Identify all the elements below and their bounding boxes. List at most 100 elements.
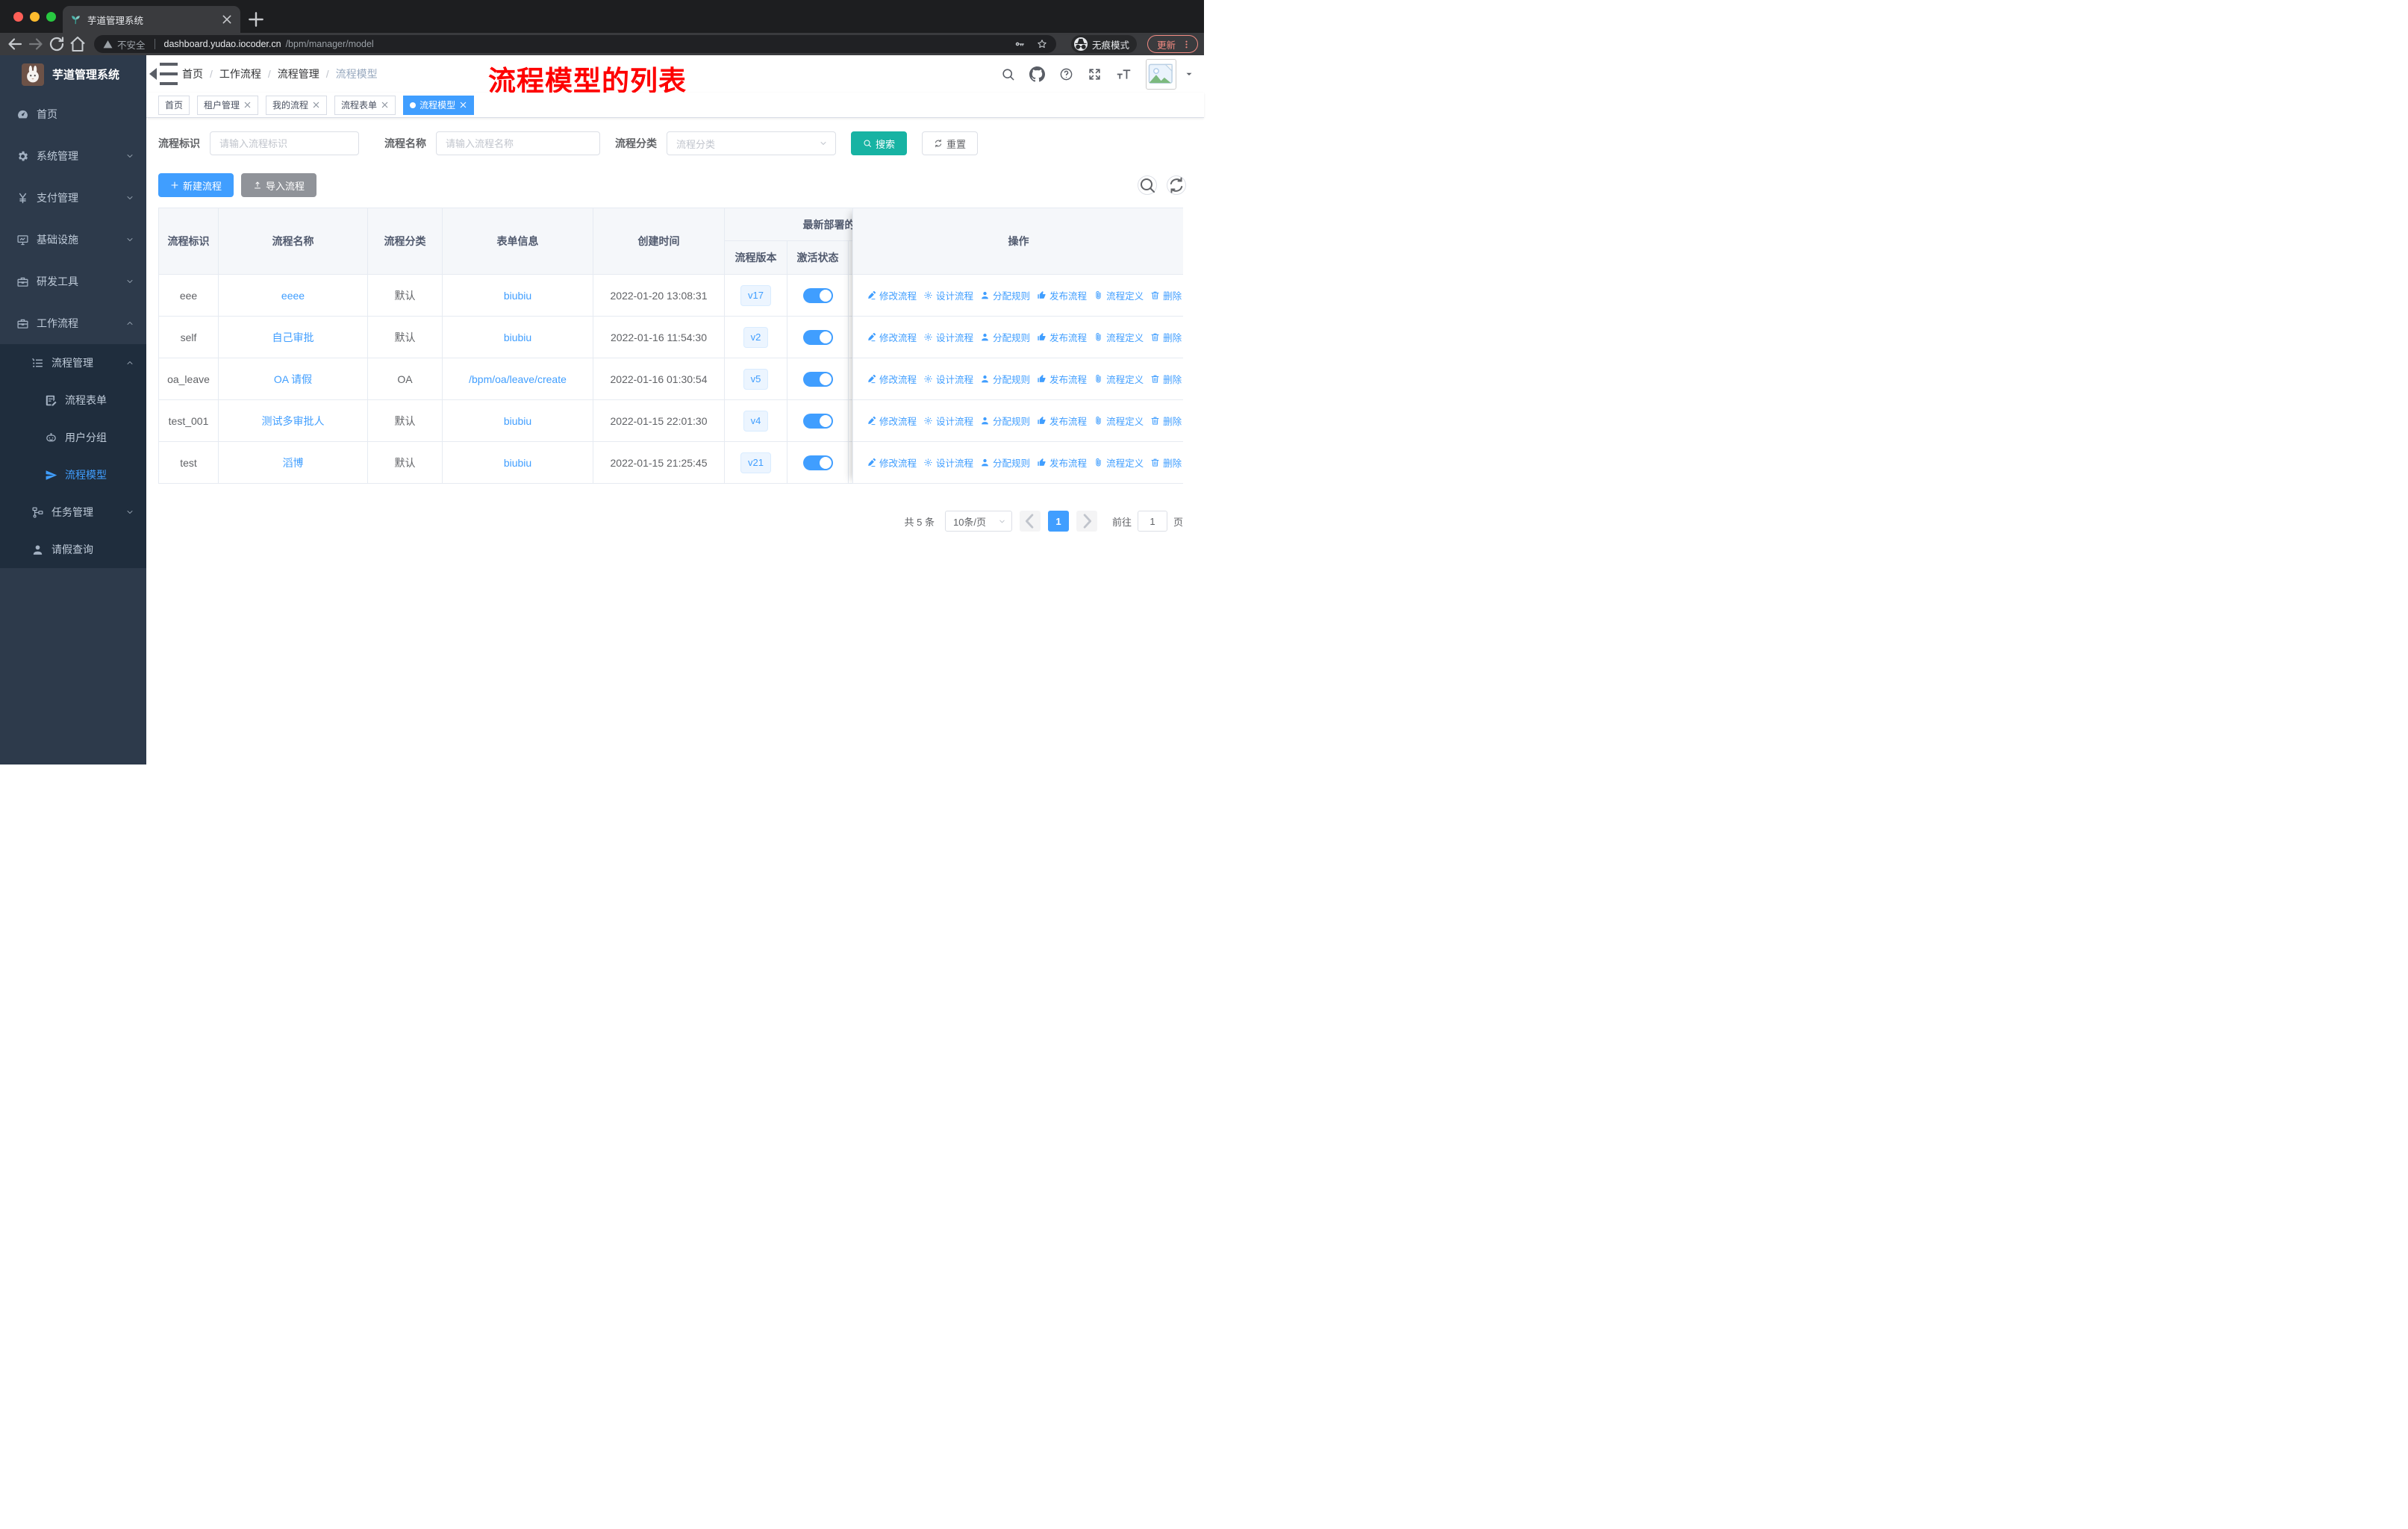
- close-icon[interactable]: [312, 101, 320, 109]
- sidebar-item[interactable]: 系统管理: [0, 135, 146, 177]
- process-name-link[interactable]: 滔博: [283, 455, 304, 470]
- close-icon[interactable]: [459, 101, 467, 109]
- action-edit-link[interactable]: 修改流程: [867, 414, 917, 428]
- action-publish-link[interactable]: 发布流程: [1037, 288, 1087, 302]
- window-controls[interactable]: [13, 12, 56, 22]
- search-icon[interactable]: [1001, 67, 1015, 81]
- tab-tag[interactable]: 流程表单: [334, 95, 396, 115]
- new-tab-button[interactable]: [246, 10, 266, 29]
- active-toggle[interactable]: [802, 455, 833, 470]
- process-category-select[interactable]: 流程分类: [667, 131, 836, 155]
- form-info-link[interactable]: /bpm/oa/leave/create: [469, 373, 567, 385]
- process-key-input[interactable]: [210, 131, 359, 155]
- refresh-table-button[interactable]: [1167, 175, 1186, 195]
- breadcrumb-item[interactable]: 流程管理: [278, 66, 319, 81]
- search-button[interactable]: 搜索: [851, 131, 908, 155]
- process-name-link[interactable]: eeee: [281, 290, 305, 302]
- tab-tag[interactable]: 流程模型: [403, 95, 475, 115]
- browser-tab[interactable]: 芋道管理系统: [63, 6, 240, 33]
- action-paperclip-link[interactable]: 流程定义: [1094, 455, 1144, 470]
- close-window-button[interactable]: [13, 12, 23, 22]
- address-bar[interactable]: 不安全 dashboard.yudao.iocoder.cn/bpm/manag…: [94, 35, 1056, 53]
- action-trash-link[interactable]: 删除: [1150, 414, 1182, 428]
- github-icon[interactable]: [1029, 66, 1045, 82]
- sidebar-item[interactable]: 任务管理: [0, 493, 146, 531]
- action-design-gear-link[interactable]: 设计流程: [923, 330, 973, 344]
- fullscreen-icon[interactable]: [1088, 67, 1102, 81]
- process-name-input[interactable]: [436, 131, 600, 155]
- page-size-select[interactable]: 10条/页: [944, 511, 1012, 532]
- tab-tag[interactable]: 首页: [158, 95, 190, 115]
- action-assign-user-link[interactable]: 分配规则: [980, 330, 1030, 344]
- back-icon[interactable]: [6, 35, 24, 53]
- font-size-icon[interactable]: [1116, 66, 1132, 82]
- action-publish-link[interactable]: 发布流程: [1037, 372, 1087, 386]
- active-toggle[interactable]: [802, 371, 833, 387]
- app-logo[interactable]: 芋道管理系统: [0, 55, 146, 93]
- process-name-link[interactable]: 自己审批: [272, 330, 314, 345]
- action-trash-link[interactable]: 删除: [1150, 288, 1182, 302]
- goto-page-input[interactable]: [1137, 511, 1167, 532]
- reset-button[interactable]: 重置: [922, 131, 979, 155]
- sidebar-item[interactable]: 基础设施: [0, 219, 146, 261]
- tab-tag[interactable]: 租户管理: [197, 95, 259, 115]
- process-name-link[interactable]: OA 请假: [274, 372, 312, 387]
- active-toggle[interactable]: [802, 413, 833, 429]
- breadcrumb-item[interactable]: 工作流程: [219, 66, 261, 81]
- tab-tag[interactable]: 我的流程: [266, 95, 328, 115]
- action-paperclip-link[interactable]: 流程定义: [1094, 330, 1144, 344]
- action-trash-link[interactable]: 删除: [1150, 372, 1182, 386]
- reload-icon[interactable]: [48, 35, 66, 53]
- home-icon[interactable]: [69, 35, 87, 53]
- kebab-menu-icon[interactable]: [1182, 40, 1191, 49]
- sidebar-item[interactable]: 流程模型: [0, 456, 146, 493]
- action-trash-link[interactable]: 删除: [1150, 455, 1182, 470]
- action-edit-link[interactable]: 修改流程: [867, 455, 917, 470]
- sidebar-item[interactable]: 研发工具: [0, 261, 146, 302]
- action-design-gear-link[interactable]: 设计流程: [923, 455, 973, 470]
- close-icon[interactable]: [381, 101, 389, 109]
- sidebar-item[interactable]: 流程表单: [0, 382, 146, 419]
- action-paperclip-link[interactable]: 流程定义: [1094, 372, 1144, 386]
- action-design-gear-link[interactable]: 设计流程: [923, 414, 973, 428]
- action-trash-link[interactable]: 删除: [1150, 330, 1182, 344]
- sidebar-item[interactable]: 支付管理: [0, 177, 146, 219]
- help-question-icon[interactable]: [1059, 67, 1073, 81]
- collapse-sidebar-icon[interactable]: [146, 55, 182, 93]
- breadcrumb-item[interactable]: 首页: [182, 66, 203, 81]
- avatar-caret-down-icon[interactable]: [1185, 69, 1194, 78]
- sidebar-item[interactable]: 工作流程: [0, 302, 146, 344]
- action-publish-link[interactable]: 发布流程: [1037, 455, 1087, 470]
- process-name-link[interactable]: 测试多审批人: [262, 414, 325, 429]
- action-assign-user-link[interactable]: 分配规则: [980, 455, 1030, 470]
- page-1-button[interactable]: 1: [1047, 511, 1069, 532]
- sidebar-item[interactable]: 用户分组: [0, 419, 146, 456]
- action-assign-user-link[interactable]: 分配规则: [980, 372, 1030, 386]
- action-assign-user-link[interactable]: 分配规则: [980, 414, 1030, 428]
- minimize-window-button[interactable]: [30, 12, 40, 22]
- password-key-icon[interactable]: [1014, 39, 1025, 49]
- sidebar-item[interactable]: 首页: [0, 93, 146, 135]
- next-page-button[interactable]: [1076, 511, 1097, 532]
- active-toggle[interactable]: [802, 329, 833, 345]
- import-process-button[interactable]: 导入流程: [241, 173, 317, 197]
- sidebar-item[interactable]: 请假查询: [0, 531, 146, 568]
- action-publish-link[interactable]: 发布流程: [1037, 414, 1087, 428]
- avatar[interactable]: [1146, 58, 1176, 90]
- toggle-search-button[interactable]: [1138, 175, 1157, 195]
- form-info-link[interactable]: biubiu: [504, 290, 531, 302]
- action-publish-link[interactable]: 发布流程: [1037, 330, 1087, 344]
- bookmark-star-icon[interactable]: [1037, 39, 1047, 49]
- action-edit-link[interactable]: 修改流程: [867, 372, 917, 386]
- close-icon[interactable]: [243, 101, 252, 109]
- tab-close-icon[interactable]: [221, 13, 233, 25]
- zoom-window-button[interactable]: [46, 12, 56, 22]
- form-info-link[interactable]: biubiu: [504, 457, 531, 469]
- active-toggle[interactable]: [802, 287, 833, 303]
- sidebar-item[interactable]: 流程管理: [0, 344, 146, 382]
- action-paperclip-link[interactable]: 流程定义: [1094, 288, 1144, 302]
- form-info-link[interactable]: biubiu: [504, 331, 531, 343]
- action-edit-link[interactable]: 修改流程: [867, 330, 917, 344]
- create-process-button[interactable]: 新建流程: [158, 173, 234, 197]
- action-edit-link[interactable]: 修改流程: [867, 288, 917, 302]
